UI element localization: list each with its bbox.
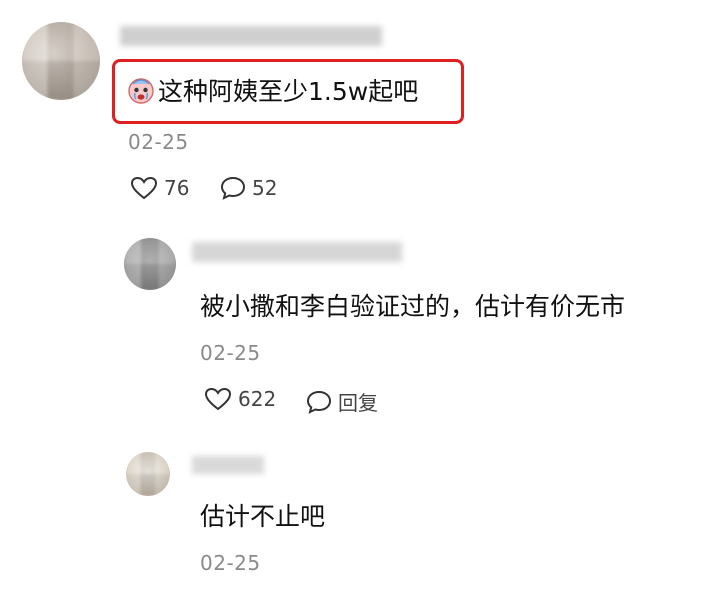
avatar[interactable] (124, 238, 176, 290)
like-count: 76 (164, 176, 190, 200)
like-count: 622 (238, 387, 277, 411)
avatar[interactable] (22, 22, 100, 100)
reply-button[interactable]: 回复 (306, 387, 378, 416)
username-blurred[interactable] (192, 242, 402, 262)
crying-face-icon (128, 78, 154, 104)
heart-icon (130, 176, 158, 200)
reply-button[interactable]: 52 (220, 176, 277, 200)
heart-icon (204, 387, 232, 411)
comment-text: 被小撒和李白验证过的，估计有价无市 (200, 292, 626, 321)
reply-count: 52 (252, 176, 278, 200)
reply-label: 回复 (338, 391, 378, 415)
comment-bubble-icon (306, 390, 332, 414)
comment-text: 估计不止吧 (200, 502, 326, 531)
comment-date: 02-25 (200, 341, 261, 365)
username-blurred[interactable] (120, 26, 382, 46)
comment-date: 02-25 (200, 551, 261, 575)
avatar[interactable] (126, 452, 170, 496)
like-button[interactable]: 76 (130, 176, 189, 200)
username-blurred[interactable] (192, 456, 264, 474)
like-button[interactable]: 622 (204, 387, 276, 411)
comment-date: 02-25 (128, 130, 189, 154)
comment-text: 这种阿姨至少1.5w起吧 (126, 72, 418, 108)
comment-bubble-icon (220, 176, 246, 200)
